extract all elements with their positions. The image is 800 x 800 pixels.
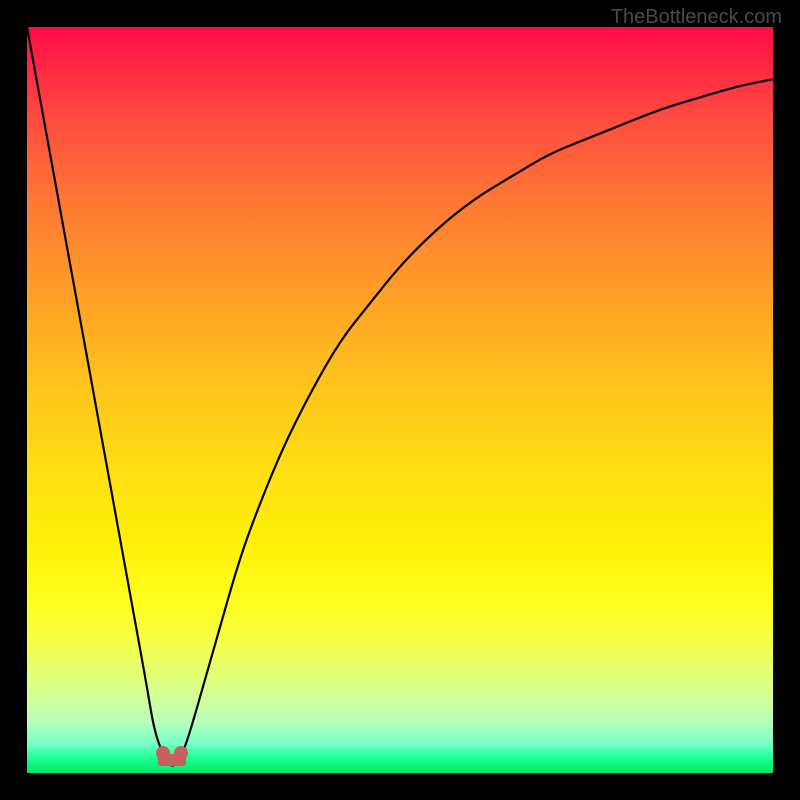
bottleneck-curve <box>27 27 773 773</box>
optimum-marker-left <box>156 746 170 760</box>
optimum-marker-right <box>174 746 188 760</box>
watermark-text: TheBottleneck.com <box>611 6 782 29</box>
chart-plot-area <box>27 27 773 773</box>
